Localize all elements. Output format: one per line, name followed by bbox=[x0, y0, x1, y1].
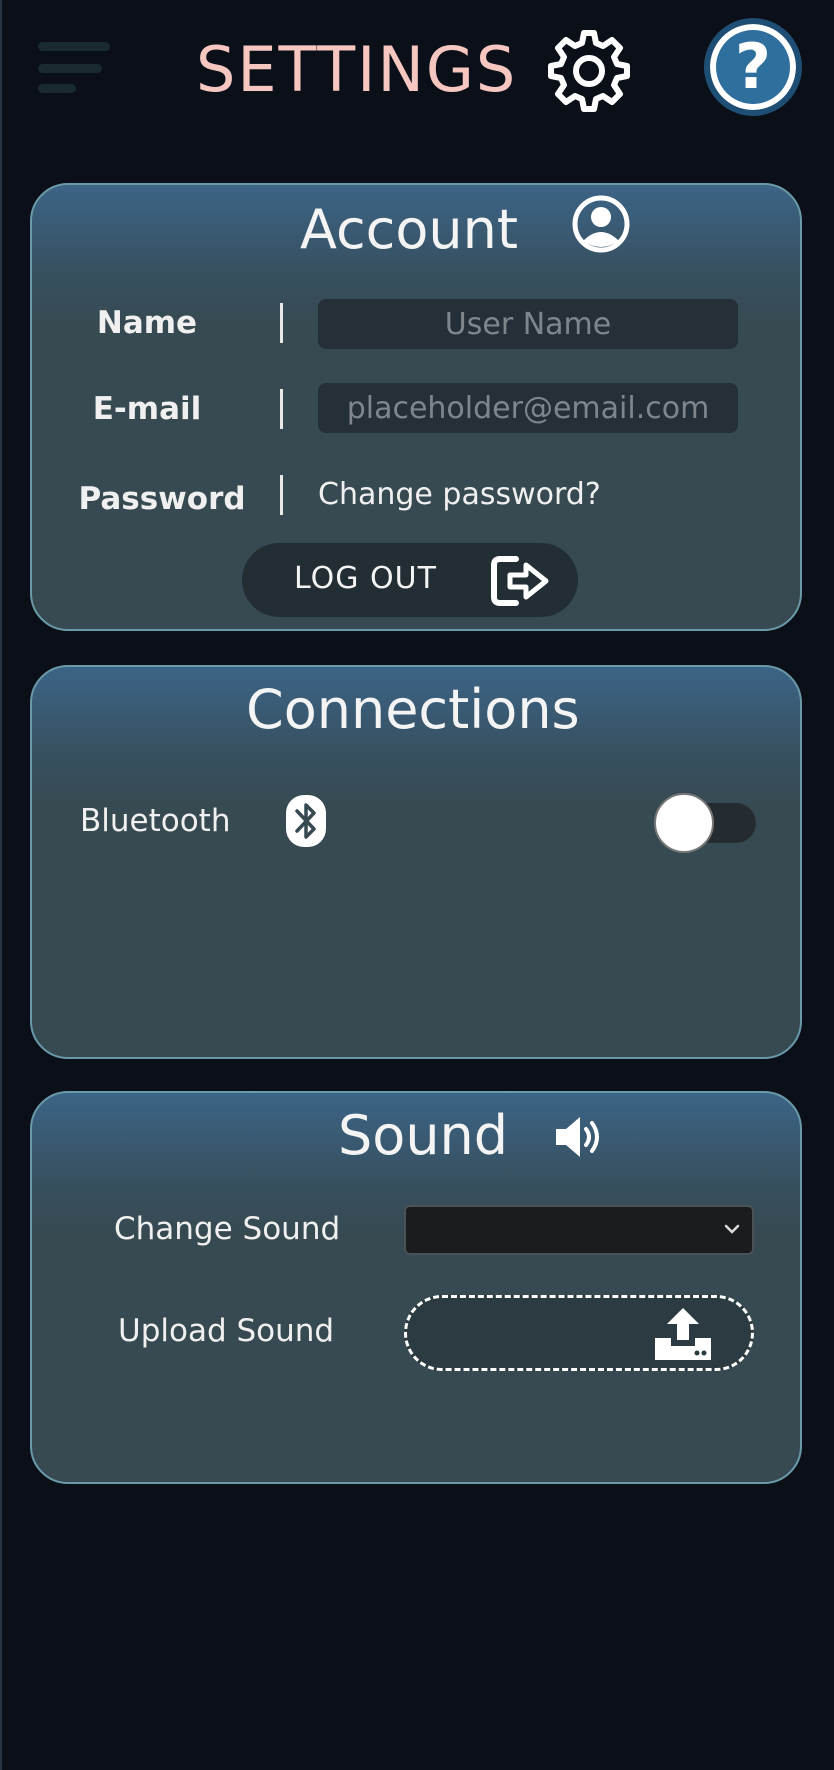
toggle-knob bbox=[654, 793, 714, 853]
account-title: Account bbox=[300, 198, 519, 261]
gear-icon bbox=[548, 30, 630, 112]
chevron-down-icon bbox=[724, 1224, 740, 1234]
name-label: Name bbox=[96, 305, 198, 341]
change-sound-label: Change Sound bbox=[114, 1211, 341, 1247]
hamburger-icon[interactable] bbox=[38, 42, 114, 96]
bluetooth-icon bbox=[286, 795, 326, 847]
logout-button[interactable]: LOG OUT bbox=[242, 543, 578, 617]
speaker-icon bbox=[556, 1117, 599, 1157]
bluetooth-toggle[interactable] bbox=[654, 793, 756, 853]
sound-title: Sound bbox=[338, 1104, 509, 1167]
page-title: SETTINGS bbox=[196, 33, 518, 106]
password-separator bbox=[280, 475, 283, 515]
connections-title: Connections bbox=[246, 678, 580, 741]
user-circle-icon bbox=[572, 195, 630, 253]
connections-card: Connections Bluetooth bbox=[30, 665, 802, 1059]
frame-edge bbox=[0, 0, 2, 1770]
email-input[interactable] bbox=[318, 383, 738, 433]
change-sound-select[interactable] bbox=[404, 1205, 754, 1255]
password-label: Password bbox=[78, 481, 246, 517]
change-password-link[interactable]: Change password? bbox=[318, 477, 601, 512]
name-separator bbox=[280, 303, 283, 343]
account-card: Account Name E-mail Password Change pass… bbox=[30, 183, 802, 631]
email-separator bbox=[280, 389, 283, 429]
header: SETTINGS ? bbox=[0, 0, 834, 150]
question-icon: ? bbox=[735, 30, 771, 103]
name-input[interactable] bbox=[318, 299, 738, 349]
upload-icon bbox=[655, 1308, 711, 1360]
logout-label: LOG OUT bbox=[294, 561, 437, 596]
upload-sound-dropzone[interactable] bbox=[404, 1295, 754, 1371]
sign-out-icon bbox=[491, 556, 549, 606]
help-button[interactable]: ? bbox=[704, 18, 802, 116]
bluetooth-label: Bluetooth bbox=[80, 803, 231, 839]
sound-card: Sound Change Sound Upload Sound bbox=[30, 1091, 802, 1484]
upload-sound-label: Upload Sound bbox=[118, 1313, 335, 1349]
email-label: E-mail bbox=[92, 391, 202, 427]
